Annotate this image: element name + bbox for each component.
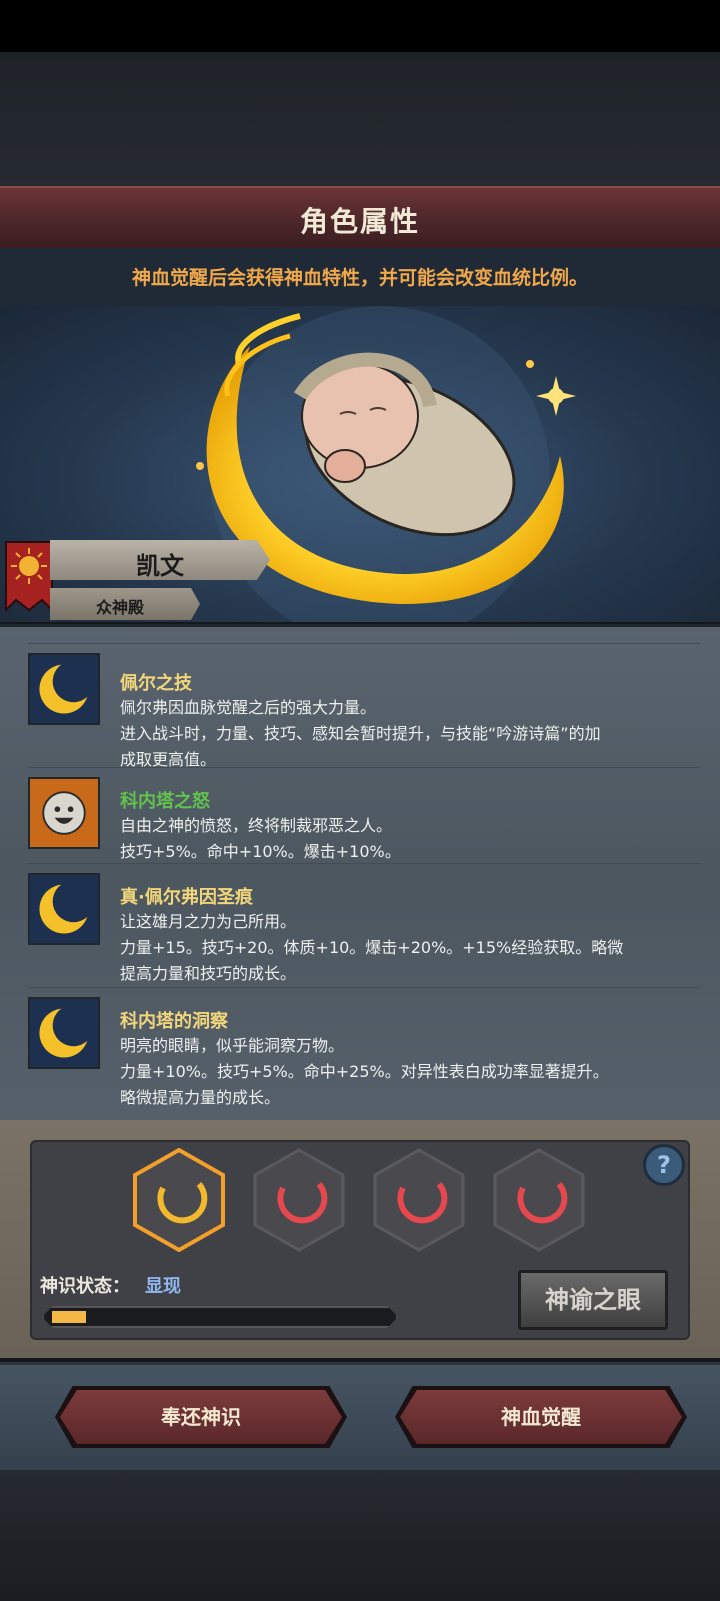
name-banner: 凯文 [0, 536, 282, 584]
trait-list[interactable]: 佩尔之技 佩尔弗因血脉觉醒之后的强大力量。 进入战斗时，力量、技巧、感知会暂时提… [0, 624, 720, 1123]
background-top [0, 52, 720, 188]
blood-awaken-button[interactable]: 神血觉醒 [400, 1390, 682, 1444]
help-button[interactable]: ? [643, 1144, 685, 1186]
status-value: 显现 [145, 1276, 181, 1297]
character-name: 凯文 [136, 552, 184, 580]
divine-slot-locked[interactable] [253, 1148, 345, 1252]
trait-description: 自由之神的愤怒，终将制裁邪恶之人。 技巧+5%。命中+10%。爆击+10%。 [120, 816, 401, 861]
divine-slot-locked[interactable] [493, 1148, 585, 1252]
page-title: 角色属性 [299, 205, 420, 238]
oracle-eye-button[interactable]: 神谕之眼 [518, 1270, 668, 1330]
divine-slot-active[interactable] [133, 1148, 225, 1252]
faction-banner: 众神殿 [50, 588, 200, 620]
trait-name: 科内塔之怒 [120, 791, 210, 812]
awakening-progress-bar [42, 1306, 398, 1328]
divine-slot-locked[interactable] [373, 1148, 465, 1252]
smiley-sun-icon [28, 777, 100, 849]
trait-name: 真·佩尔弗因圣痕 [120, 887, 253, 908]
trait-description: 让这雄月之力为己所用。 力量+15。技巧+20。体质+10。爆击+20%。+15… [120, 912, 624, 983]
crescent-moon-icon [28, 873, 100, 945]
notice-bar: 神血觉醒后会获得神血特性，并可能会改变血统比例。 [0, 248, 720, 306]
status-bar-area [0, 0, 720, 52]
trait-description: 明亮的眼睛，似乎能洞察万物。 力量+10%。技巧+5%。命中+25%。对异性表白… [120, 1036, 609, 1107]
return-divinity-button[interactable]: 奉还神识 [60, 1390, 342, 1444]
title-bar: 角色属性 [0, 186, 720, 250]
crescent-moon-icon [28, 653, 100, 725]
progress-fill [52, 1311, 86, 1323]
trait-description: 佩尔弗因血脉觉醒之后的强大力量。 进入战斗时，力量、技巧、感知会暂时提升，与技能… [120, 698, 601, 769]
trait-name: 科内塔的洞察 [120, 1011, 228, 1032]
trait-name: 佩尔之技 [120, 673, 192, 694]
crescent-moon-icon [28, 997, 100, 1069]
notice-text: 神血觉醒后会获得神血特性，并可能会改变血统比例。 [131, 267, 588, 289]
status-label: 神识状态： [40, 1276, 130, 1297]
background-bottom [0, 1470, 720, 1601]
character-faction: 众神殿 [95, 598, 144, 617]
